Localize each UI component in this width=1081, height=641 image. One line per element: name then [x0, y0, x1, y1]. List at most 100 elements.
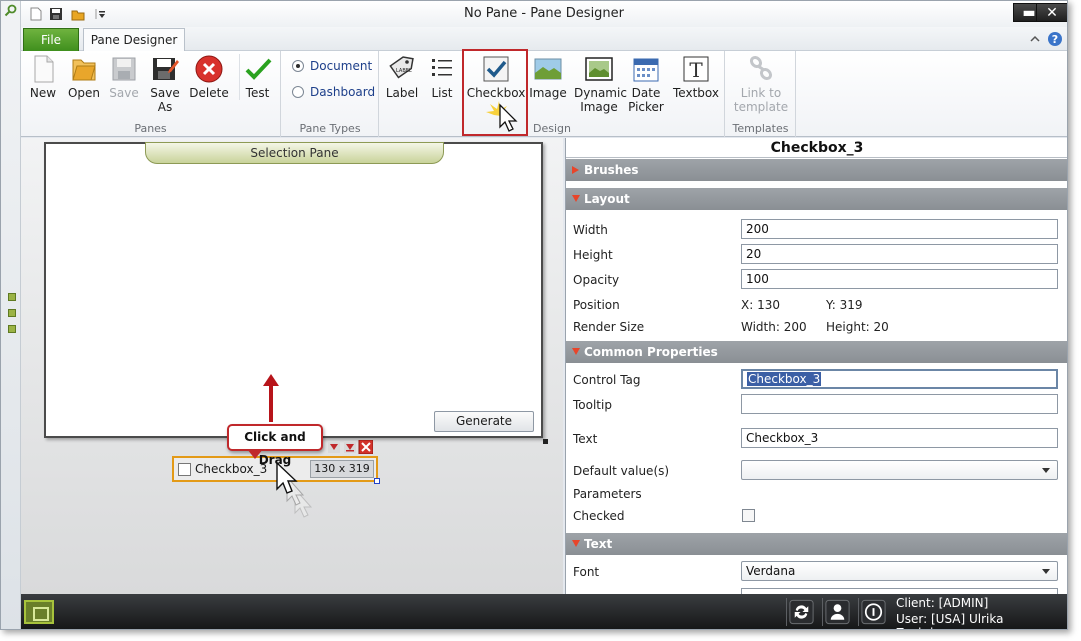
control-tag-label: Control Tag [573, 373, 641, 387]
ribbon-group-design: LABEL Label List Checkbox Image Dynamic … [380, 51, 725, 137]
design-surface[interactable]: Selection Pane Generate Checkbox_3 130 x… [21, 138, 563, 594]
parameters-label: Parameters [573, 487, 642, 501]
checkbox-icon [483, 56, 509, 82]
section-common-properties[interactable]: Common Properties [566, 341, 1067, 363]
test-button[interactable]: Test [239, 54, 275, 100]
close-button[interactable]: ✕ [1036, 3, 1067, 22]
radio-document[interactable]: Document [292, 59, 372, 73]
width-label: Width [573, 223, 608, 237]
dock-handle-2[interactable] [8, 309, 16, 317]
control-dropdown-icon[interactable] [328, 441, 340, 453]
tooltip-field[interactable] [741, 394, 1058, 414]
window-title: No Pane - Pane Designer [463, 6, 625, 21]
title-bar: No Pane - Pane Designer ▬ ✕ [21, 1, 1067, 27]
section-brushes[interactable]: Brushes [566, 159, 1067, 181]
radio-dashboard-indicator[interactable] [292, 86, 304, 98]
checked-checkbox[interactable] [742, 509, 755, 522]
textbox-button[interactable]: T Textbox [672, 54, 720, 100]
open-button[interactable]: Open [65, 54, 103, 100]
collapse-icon [572, 348, 580, 355]
save-as-button[interactable]: Save As [147, 54, 183, 114]
label-button[interactable]: LABEL Label [384, 54, 420, 100]
date-picker-button[interactable]: Date Picker [626, 54, 666, 114]
radio-document-indicator[interactable] [292, 60, 304, 72]
save-disk-icon [112, 57, 136, 81]
chain-link-icon [749, 55, 773, 81]
ribbon-group-panes: New Open Save Save As Delete Test Panes [21, 51, 281, 137]
new-file-icon [34, 55, 54, 83]
canvas-resize-handle[interactable] [543, 439, 548, 444]
view-toggle-button[interactable] [24, 600, 54, 624]
left-dock-strip [1, 1, 21, 629]
list-button[interactable]: List [426, 54, 458, 100]
checkbox-control-label: Checkbox_3 [195, 462, 268, 476]
properties-panel: Checkbox_3 Brushes Layout Width 200 Heig… [565, 138, 1067, 594]
svg-text:?: ? [1052, 33, 1058, 46]
collapse-icon [572, 540, 580, 547]
checked-label: Checked [573, 509, 625, 523]
help-icon[interactable]: ? [1047, 31, 1063, 47]
render-size-label: Render Size [573, 320, 645, 334]
default-values-label: Default value(s) [573, 464, 670, 478]
control-resize-handle[interactable] [374, 478, 380, 484]
dock-handle-3[interactable] [8, 325, 16, 333]
collapse-icon [572, 195, 580, 202]
svg-text:T: T [689, 58, 703, 82]
tab-file[interactable]: File [23, 28, 79, 51]
opacity-field[interactable]: 100 [741, 269, 1058, 289]
position-label: Position [573, 298, 620, 312]
ribbon-tabs: File Pane Designer ? [21, 27, 1067, 52]
control-remove-icon[interactable] [358, 440, 373, 454]
checkmark-icon [245, 58, 271, 80]
font-select[interactable]: Verdana [741, 561, 1058, 581]
status-bar: Client: [ADMIN] User: [USA] Ulrika Zackr… [21, 594, 1067, 629]
chevron-down-icon [1042, 569, 1050, 574]
text-field[interactable]: Checkbox_3 [741, 428, 1058, 448]
section-text[interactable]: Text [566, 533, 1067, 555]
ribbon-group-label-panes: Panes [134, 122, 167, 135]
generate-button[interactable]: Generate [434, 411, 534, 432]
dynamic-image-icon [585, 57, 613, 81]
ribbon: New Open Save Save As Delete Test Panes … [21, 51, 1067, 137]
link-to-template-button[interactable]: Link to template [730, 54, 792, 114]
drag-arrow-shaft [269, 382, 273, 422]
ribbon-group-pane-types: Document Dashboard Pane Types [282, 51, 379, 137]
height-label: Height [573, 248, 613, 262]
dock-handle-1[interactable] [8, 293, 16, 301]
image-button[interactable]: Image [528, 54, 568, 100]
position-y-value: Y: 319 [826, 298, 863, 312]
new-button[interactable]: New [27, 54, 59, 100]
control-move-icon[interactable] [344, 441, 356, 453]
info-icon[interactable] [858, 598, 888, 626]
control-tag-field[interactable]: Checkbox_3 [741, 369, 1058, 389]
refresh-icon[interactable] [786, 598, 816, 626]
ribbon-group-label-pane-types: Pane Types [299, 122, 361, 135]
width-field[interactable]: 200 [741, 219, 1058, 239]
tab-pane-designer[interactable]: Pane Designer [83, 28, 185, 52]
label-tag-icon: LABEL [389, 56, 414, 79]
checkbox-control-box[interactable] [178, 463, 191, 476]
collapse-ribbon-icon[interactable] [1027, 31, 1043, 47]
app-window: No Pane - Pane Designer ▬ ✕ File Pane De… [0, 0, 1068, 630]
search-icon[interactable] [4, 4, 17, 17]
expand-icon [572, 166, 579, 174]
drag-arrow-head-icon [263, 374, 279, 386]
image-icon [534, 58, 562, 80]
save-button[interactable]: Save [107, 54, 141, 100]
default-values-select[interactable] [741, 460, 1058, 480]
selection-pane-header: Selection Pane [145, 142, 444, 164]
user-icon[interactable] [822, 598, 852, 626]
height-field[interactable]: 20 [741, 244, 1058, 264]
ribbon-group-label-design: Design [533, 122, 571, 135]
pane-canvas[interactable]: Selection Pane Generate [44, 142, 543, 438]
checkbox-button[interactable]: Checkbox [466, 54, 526, 100]
text-label: Text [573, 432, 598, 446]
user-label: User: [USA] Ulrika Zackrisson [896, 612, 1004, 629]
delete-button[interactable]: Delete [189, 54, 229, 100]
dynamic-image-button[interactable]: Dynamic Image [574, 54, 627, 114]
section-layout[interactable]: Layout [566, 188, 1067, 210]
radio-dashboard[interactable]: Dashboard [292, 85, 375, 99]
click-and-drag-callout: Click and Drag [227, 424, 323, 467]
position-x-value: X: 130 [741, 298, 780, 312]
tooltip-label: Tooltip [573, 398, 612, 412]
